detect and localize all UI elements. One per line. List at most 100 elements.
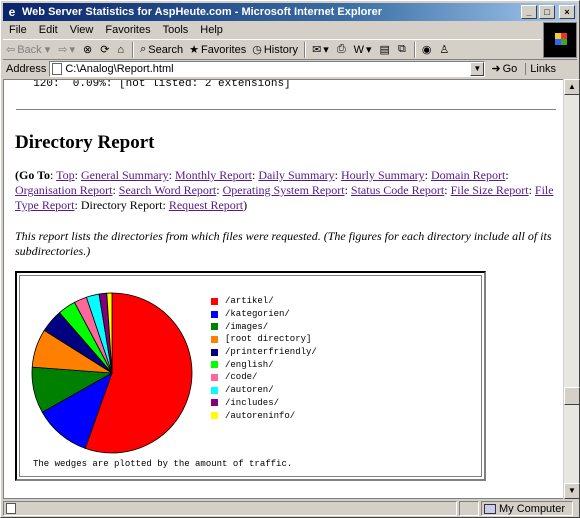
title-bar: e Web Server Statistics for AspHeute.com… [3, 3, 577, 21]
goto-navigation: (Go To: Top: General Summary: Monthly Re… [15, 168, 554, 212]
status-bar: My Computer [3, 500, 577, 517]
legend-swatch [211, 386, 218, 394]
history-button[interactable]: ◷ History [249, 41, 301, 59]
menu-favorites[interactable]: Favorites [99, 24, 156, 36]
status-text-area [3, 501, 457, 516]
favorites-icon: ★ [189, 44, 199, 56]
search-button[interactable]: ⌕ Search [137, 41, 186, 59]
legend-item: /includes/ [211, 397, 317, 410]
address-input[interactable]: C:\Analog\Report.html ▼ [49, 60, 486, 77]
chart-caption: The wedges are plotted by the amount of … [33, 459, 293, 469]
mail-icon: ✉ [312, 44, 322, 56]
menu-view[interactable]: View [64, 24, 100, 36]
menu-file[interactable]: File [3, 24, 33, 36]
ie-logo-icon: e [8, 5, 16, 19]
goto-label: (Go To [15, 168, 51, 182]
legend-item: [root directory] [211, 333, 317, 346]
legend-item: /kategorien/ [211, 308, 317, 321]
page-icon [52, 62, 63, 75]
legend-swatch [211, 335, 218, 343]
preformatted-line: 120: 0.09%: [not listed: 2 extensions] [20, 79, 291, 90]
scrollbar-thumb[interactable] [564, 387, 580, 405]
link-domain-report[interactable]: Domain Report [431, 168, 505, 182]
document-icon [6, 503, 16, 514]
stop-icon: ⊗ [82, 44, 93, 56]
research-icon: ⧉ [397, 43, 406, 55]
home-button[interactable]: ⌂ [114, 41, 129, 59]
link-daily-summary[interactable]: Daily Summary [258, 168, 334, 182]
legend-label: /printerfriendly/ [225, 347, 317, 358]
menu-edit[interactable]: Edit [33, 24, 64, 36]
favorites-button[interactable]: ★ Favorites [186, 41, 249, 59]
menu-tools[interactable]: Tools [157, 24, 195, 36]
link-organisation-report[interactable]: Organisation Report [15, 183, 112, 197]
mail-button[interactable]: ✉ ▾ [309, 41, 334, 59]
windows-logo-icon [543, 22, 577, 58]
print-button[interactable]: ⎙ [334, 41, 351, 59]
link-status-code-report[interactable]: Status Code Report [351, 183, 444, 197]
messenger-icon: ♙ [439, 44, 450, 56]
link-hourly-summary[interactable]: Hourly Summary [341, 168, 425, 182]
link-general-summary[interactable]: General Summary [81, 168, 169, 182]
forward-button[interactable]: ⇨ ▾ [55, 41, 80, 59]
legend-swatch [211, 412, 218, 420]
links-button[interactable]: Links [525, 62, 556, 75]
close-button[interactable]: × [559, 5, 575, 19]
legend-label: /includes/ [225, 397, 280, 408]
legend-label: /english/ [225, 359, 274, 370]
printer-icon: ⎙ [336, 43, 346, 55]
page-heading: Directory Report [15, 132, 155, 153]
forward-arrow-icon: ⇨ [58, 44, 68, 56]
legend-item: /english/ [211, 358, 317, 371]
scroll-down-icon[interactable]: ▼ [564, 483, 580, 499]
back-arrow-icon: ⇦ [6, 44, 16, 56]
legend-label: /kategorien/ [225, 309, 290, 320]
address-bar: Address C:\Analog\Report.html ▼ ➜ Go Link… [3, 59, 577, 77]
legend-item: /code/ [211, 371, 317, 384]
legend-swatch [211, 323, 218, 331]
link-request-report[interactable]: Request Report [169, 198, 243, 212]
maximize-button[interactable]: □ [539, 5, 555, 19]
menu-bar: File Edit View Favorites Tools Help [3, 22, 543, 38]
legend-label: /artikel/ [225, 296, 274, 307]
scroll-up-icon[interactable]: ▲ [564, 79, 580, 95]
current-report-text: Directory Report [80, 198, 163, 212]
search-icon: ⌕ [140, 43, 147, 55]
legend-label: /code/ [225, 372, 258, 383]
discuss-button[interactable]: ▤ [377, 41, 395, 59]
legend-swatch [211, 373, 218, 381]
page-content: 120: 0.09%: [not listed: 2 extensions] D… [3, 79, 563, 499]
back-button[interactable]: ⇦ Back ▾ [3, 41, 55, 59]
link-monthly-report[interactable]: Monthly Report [175, 168, 252, 182]
legend-label: /autoren/ [225, 385, 274, 396]
toolbar-separator [413, 41, 416, 58]
pie-chart-image: /artikel/ /kategorien//images/ [root direc… [15, 271, 486, 481]
edit-button[interactable]: W ▾ [351, 41, 377, 59]
research-button[interactable]: ⧉ [395, 41, 411, 59]
report-description: This report lists the directories from w… [15, 229, 552, 258]
refresh-button[interactable]: ⟳ [97, 41, 114, 59]
chart-legend: /artikel/ /kategorien//images/ [root direc… [211, 295, 317, 422]
go-button[interactable]: ➜ Go [491, 62, 517, 76]
link-file-size-report[interactable]: File Size Report [451, 183, 529, 197]
legend-label: [root directory] [225, 334, 312, 345]
toolbar-separator [304, 41, 307, 58]
link-operating-system-report[interactable]: Operating System Report [223, 183, 345, 197]
address-dropdown-icon[interactable]: ▼ [470, 61, 485, 76]
vertical-scrollbar[interactable]: ▲ ▼ [563, 79, 580, 499]
address-label: Address [6, 62, 47, 75]
stop-button[interactable]: ⊗ [80, 41, 97, 59]
computer-icon [484, 503, 496, 514]
legend-swatch [211, 348, 218, 356]
link-top[interactable]: Top [56, 168, 75, 182]
refresh-icon: ⟳ [100, 44, 110, 56]
menu-help[interactable]: Help [194, 24, 229, 36]
messenger-button[interactable]: ♙ [436, 41, 454, 59]
minimize-button[interactable]: _ [521, 5, 537, 19]
security-zone: My Computer [481, 501, 573, 516]
legend-item: /autoren/ [211, 384, 317, 397]
link-search-word-report[interactable]: Search Word Report [119, 183, 216, 197]
media-button[interactable]: ◉ [419, 41, 437, 59]
media-icon: ◉ [421, 44, 432, 56]
legend-swatch [211, 310, 218, 318]
